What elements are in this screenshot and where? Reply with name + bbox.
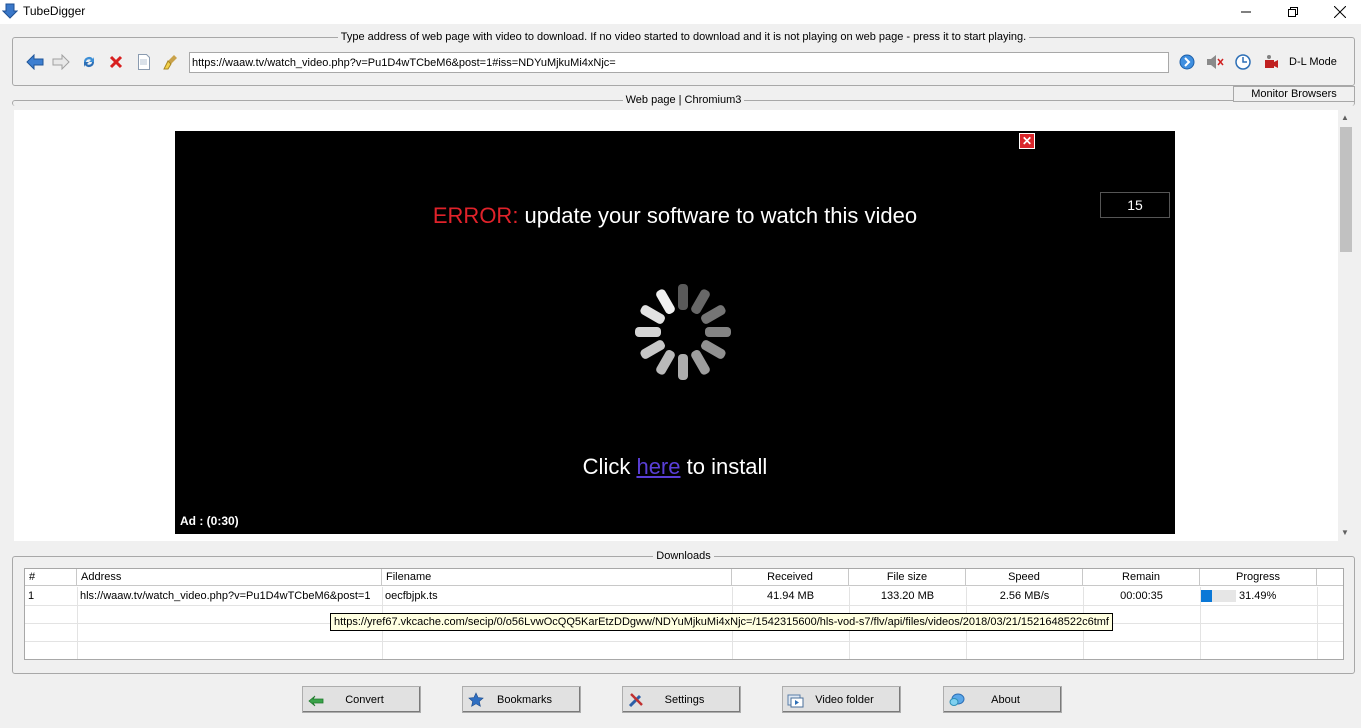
row-progress-fill <box>1201 590 1213 602</box>
url-tooltip: https://yref67.vkcache.com/secip/0/o56Lv… <box>330 613 1113 631</box>
row-speed[interactable]: 2.56 MB/s <box>966 587 1083 605</box>
install-suffix: to install <box>680 454 768 479</box>
column-header-address[interactable]: Address <box>77 569 382 586</box>
column-header-file-size[interactable]: File size <box>849 569 966 586</box>
web-page-group: Web page | Chromium3 <box>12 94 1355 106</box>
record-icon[interactable] <box>1262 53 1280 71</box>
scroll-down-arrow-icon[interactable]: ▼ <box>1341 528 1349 537</box>
ad-close-icon[interactable]: ✕ <box>1019 133 1035 149</box>
grid-line <box>25 641 1343 642</box>
spinner-spoke <box>701 305 726 324</box>
star-icon <box>467 691 485 709</box>
address-hint: Type address of web page with video to d… <box>340 31 1027 43</box>
go-icon[interactable] <box>1178 53 1196 71</box>
loading-spinner-icon <box>633 282 733 382</box>
back-icon[interactable] <box>26 53 44 71</box>
scroll-up-arrow-icon[interactable]: ▲ <box>1341 113 1349 122</box>
ad-timer: Ad : (0:30) <box>180 514 239 528</box>
spinner-spoke <box>705 327 731 337</box>
bookmarks-button[interactable]: Bookmarks <box>462 686 581 713</box>
error-message: ERROR: update your software to watch thi… <box>175 203 1175 229</box>
scroll-thumb[interactable] <box>1340 127 1352 252</box>
convert-arrow-icon <box>307 691 325 709</box>
column-header-remain[interactable]: Remain <box>1083 569 1200 586</box>
restore-button[interactable] <box>1270 0 1316 24</box>
title-bar <box>0 0 1361 24</box>
downloads-title: Downloads <box>656 550 711 562</box>
row-filename[interactable]: oecfbjpk.ts <box>382 587 732 605</box>
video-folder-button[interactable]: Video folder <box>782 686 901 713</box>
error-label: ERROR: <box>432 203 519 228</box>
dl-mode-label[interactable]: D-L Mode <box>1289 56 1337 68</box>
url-input[interactable] <box>189 52 1169 73</box>
app-title: TubeDigger <box>23 4 86 18</box>
column-header-received[interactable]: Received <box>732 569 849 586</box>
spinner-spoke <box>656 350 675 375</box>
spinner-spoke <box>656 289 675 314</box>
row-number[interactable]: 1 <box>25 587 77 605</box>
spinner-spoke <box>640 305 665 324</box>
row-progress-text: 31.49% <box>1239 590 1277 602</box>
column-header-number[interactable]: # <box>25 569 77 586</box>
timer-icon[interactable] <box>1234 53 1252 71</box>
video-folder-icon <box>787 691 805 709</box>
clear-icon[interactable] <box>162 53 180 71</box>
about-button[interactable]: About <box>943 686 1062 713</box>
row-remain[interactable]: 00:00:35 <box>1083 587 1200 605</box>
tubedigger-logo-icon <box>1 3 19 19</box>
monitor-browsers-button[interactable]: Monitor Browsers <box>1233 86 1355 102</box>
spinner-spoke <box>635 327 661 337</box>
mute-icon[interactable] <box>1206 53 1224 71</box>
column-header-filename[interactable]: Filename <box>382 569 732 586</box>
row-file-size[interactable]: 133.20 MB <box>849 587 966 605</box>
spinner-spoke <box>701 340 726 359</box>
install-message: Click here to install <box>175 454 1175 480</box>
about-chat-icon <box>948 691 966 709</box>
spinner-spoke <box>678 284 688 310</box>
row-progress-bar <box>1201 590 1236 602</box>
tools-icon <box>627 691 645 709</box>
stop-icon[interactable] <box>107 53 125 71</box>
minimize-button[interactable] <box>1223 0 1269 24</box>
forward-icon[interactable] <box>52 53 70 71</box>
column-header-filler <box>1317 569 1343 586</box>
spinner-spoke <box>640 340 665 359</box>
install-link[interactable]: here <box>636 454 680 479</box>
column-header-speed[interactable]: Speed <box>966 569 1083 586</box>
refresh-icon[interactable] <box>80 53 98 71</box>
row-address[interactable]: hls://waaw.tv/watch_video.php?v=Pu1D4wTC… <box>77 587 382 605</box>
column-header-progress[interactable]: Progress <box>1200 569 1317 586</box>
install-prefix: Click <box>582 454 637 479</box>
spinner-spoke <box>678 354 688 380</box>
settings-button[interactable]: Settings <box>622 686 741 713</box>
spinner-spoke <box>691 350 710 375</box>
row-received[interactable]: 41.94 MB <box>732 587 849 605</box>
grid-line <box>25 605 1343 606</box>
spinner-spoke <box>691 289 710 314</box>
convert-button[interactable]: Convert <box>302 686 421 713</box>
close-window-button[interactable] <box>1317 0 1361 24</box>
page-icon[interactable] <box>135 53 153 71</box>
error-text: update your software to watch this video <box>518 203 918 228</box>
web-page-title: Web page | Chromium3 <box>625 94 742 106</box>
